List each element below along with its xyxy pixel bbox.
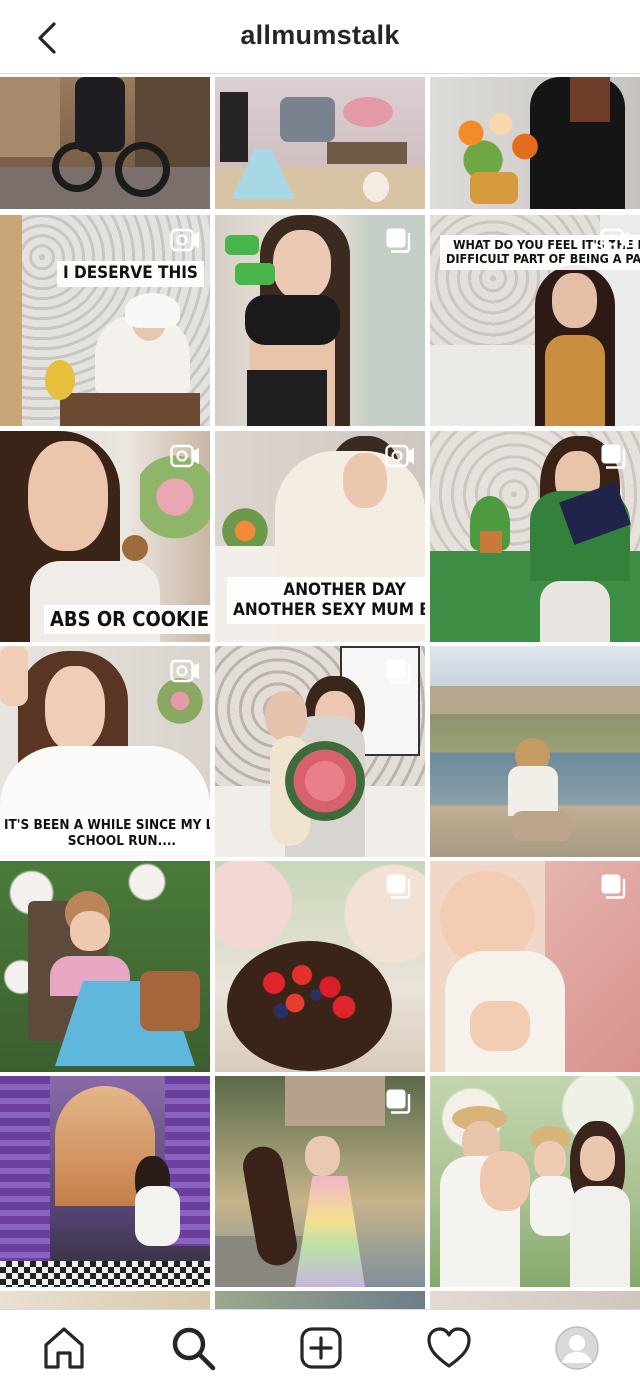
page-title: allmumstalk — [240, 20, 400, 50]
carousel-icon — [601, 444, 626, 469]
grid-post[interactable] — [215, 215, 425, 426]
carousel-icon — [386, 1089, 411, 1114]
post-caption: ANOTHER DAY ANOTHER SEXY MUM BUN — [227, 577, 425, 625]
post-caption: I DESERVE THIS — [57, 261, 204, 287]
carousel-icon — [386, 659, 411, 684]
grid-post[interactable] — [215, 1291, 425, 1309]
grid-post[interactable]: I DESERVE THIS — [0, 215, 210, 426]
grid-post[interactable] — [215, 646, 425, 857]
grid-post[interactable] — [0, 1076, 210, 1287]
carousel-icon — [386, 874, 411, 899]
video-icon — [600, 228, 629, 252]
caption-line: ANOTHER SEXY MUM BUN — [233, 599, 425, 620]
post-grid: I DESERVE THIS WHAT DO YOU FEEL IT'S THE… — [0, 77, 640, 1309]
bottom-navigation — [0, 1309, 640, 1386]
grid-post[interactable] — [0, 77, 210, 209]
caption-line: DIFFICULT PART OF BEING A PARENT? — [446, 251, 640, 267]
grid-post[interactable] — [0, 1291, 210, 1309]
carousel-icon — [386, 228, 411, 253]
video-icon — [170, 444, 199, 468]
search-icon[interactable] — [169, 1324, 217, 1372]
video-icon — [385, 444, 414, 468]
video-icon — [170, 659, 199, 683]
add-post-icon[interactable] — [297, 1324, 345, 1372]
carousel-icon — [601, 874, 626, 899]
post-image — [215, 1291, 425, 1309]
caption-line: SCHOOL RUN.... — [67, 832, 177, 849]
caption-line: IT'S BEEN A WHILE SINCE MY LAST — [4, 817, 210, 833]
post-image — [0, 1291, 210, 1309]
grid-post[interactable] — [430, 646, 640, 857]
grid-post[interactable] — [430, 1291, 640, 1309]
grid-post[interactable]: IT'S BEEN A WHILE SINCE MY LAST SCHOOL R… — [0, 646, 210, 857]
grid-post[interactable] — [215, 77, 425, 209]
grid-post[interactable] — [0, 861, 210, 1072]
grid-post[interactable]: WHAT DO YOU FEEL IT'S THE MOST DIFFICULT… — [430, 215, 640, 426]
grid-post[interactable] — [215, 861, 425, 1072]
grid-post[interactable]: ANOTHER DAY ANOTHER SEXY MUM BUN — [215, 431, 425, 642]
home-icon[interactable] — [40, 1324, 88, 1372]
grid-post[interactable] — [430, 77, 640, 209]
post-caption: ABS OR COOKIES? — [44, 605, 210, 634]
caption-line: ANOTHER DAY — [283, 580, 406, 600]
post-caption: IT'S BEEN A WHILE SINCE MY LAST SCHOOL R… — [0, 816, 210, 852]
top-bar: allmumstalk — [0, 0, 640, 74]
post-image — [430, 1291, 640, 1309]
heart-icon[interactable] — [425, 1324, 473, 1372]
profile-icon — [555, 1326, 599, 1370]
grid-post[interactable]: ABS OR COOKIES? — [0, 431, 210, 642]
video-icon — [170, 228, 199, 252]
grid-post[interactable] — [430, 431, 640, 642]
grid-post[interactable] — [430, 1076, 640, 1287]
grid-post[interactable] — [215, 1076, 425, 1287]
grid-post[interactable] — [430, 861, 640, 1072]
avatar[interactable] — [553, 1324, 601, 1372]
